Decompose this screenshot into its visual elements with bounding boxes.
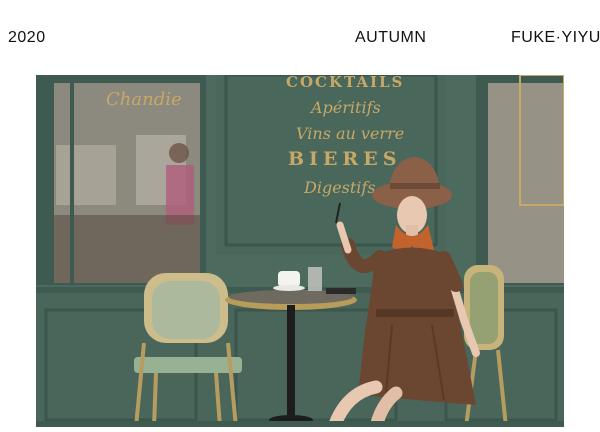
sign-cocktails: COCKTAILS: [286, 75, 404, 91]
sign-aperitifs: Apéritifs: [309, 98, 381, 117]
sign-vins: Vins au verre: [296, 124, 404, 143]
photo-illustration: Chandie COCKTAILS Apéritifs Vins au verr…: [36, 75, 564, 427]
sign-bieres: BIERES: [288, 148, 401, 170]
season-label: AUTUMN: [355, 29, 427, 46]
cafe-fashion-photo: Chandie COCKTAILS Apéritifs Vins au verr…: [36, 75, 564, 427]
brand-label: FUKE·YIYU: [511, 29, 600, 46]
year-label: 2020: [8, 29, 46, 46]
window-script-text: Chandie: [106, 89, 182, 110]
sign-digestifs: Digestifs: [303, 178, 376, 197]
